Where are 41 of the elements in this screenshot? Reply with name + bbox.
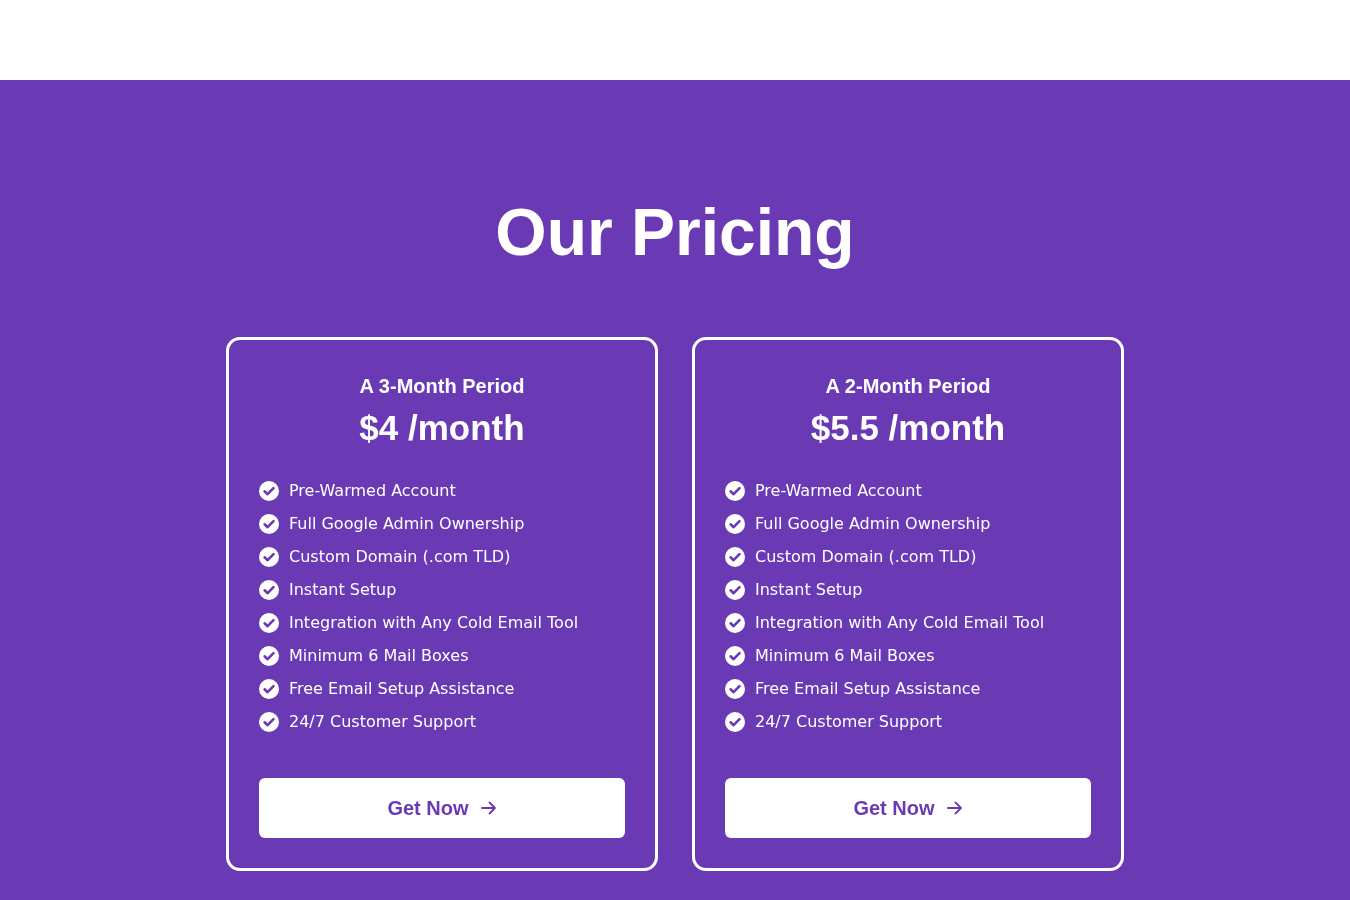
feature-text: Minimum 6 Mail Boxes <box>289 644 469 667</box>
plan-period: A 3-Month Period <box>359 374 525 399</box>
check-circle-icon <box>725 513 745 534</box>
check-circle-icon <box>259 513 279 534</box>
check-circle-icon <box>259 480 279 501</box>
check-circle-icon <box>725 711 745 732</box>
feature-text: Integration with Any Cold Email Tool <box>755 611 1045 634</box>
check-circle-icon <box>725 480 745 501</box>
plan-period: A 2-Month Period <box>825 374 991 399</box>
check-circle-icon <box>725 579 745 600</box>
feature-text: Free Email Setup Assistance <box>755 677 981 700</box>
feature-text: Free Email Setup Assistance <box>289 677 515 700</box>
feature-text: Integration with Any Cold Email Tool <box>289 611 579 634</box>
check-circle-icon <box>259 645 279 666</box>
check-circle-icon <box>259 612 279 633</box>
arrow-right-icon <box>480 801 497 815</box>
check-circle-icon <box>725 645 745 666</box>
check-circle-icon <box>259 711 279 732</box>
check-circle-icon <box>725 612 745 633</box>
feature-text: 24/7 Customer Support <box>755 710 943 733</box>
plan-price: $4 /month <box>359 407 525 449</box>
feature-text: Custom Domain (.com TLD) <box>289 545 511 568</box>
check-circle-icon <box>725 546 745 567</box>
feature-text: Full Google Admin Ownership <box>289 512 525 535</box>
section-title: Our Pricing <box>495 194 855 271</box>
check-circle-icon <box>259 546 279 567</box>
arrow-right-icon <box>946 801 963 815</box>
check-circle-icon <box>259 678 279 699</box>
feature-text: Pre-Warmed Account <box>289 479 456 502</box>
feature-text: Full Google Admin Ownership <box>755 512 991 535</box>
feature-text: Pre-Warmed Account <box>755 479 922 502</box>
plan-price: $5.5 /month <box>810 407 1006 449</box>
get-now-button[interactable]: Get Now <box>725 778 1091 838</box>
check-circle-icon <box>725 678 745 699</box>
feature-text: Minimum 6 Mail Boxes <box>755 644 935 667</box>
feature-text: Custom Domain (.com TLD) <box>755 545 977 568</box>
check-circle-icon <box>259 579 279 600</box>
feature-text: 24/7 Customer Support <box>289 710 477 733</box>
feature-text: Instant Setup <box>289 578 397 601</box>
get-now-button[interactable]: Get Now <box>259 778 625 838</box>
feature-text: Instant Setup <box>755 578 863 601</box>
